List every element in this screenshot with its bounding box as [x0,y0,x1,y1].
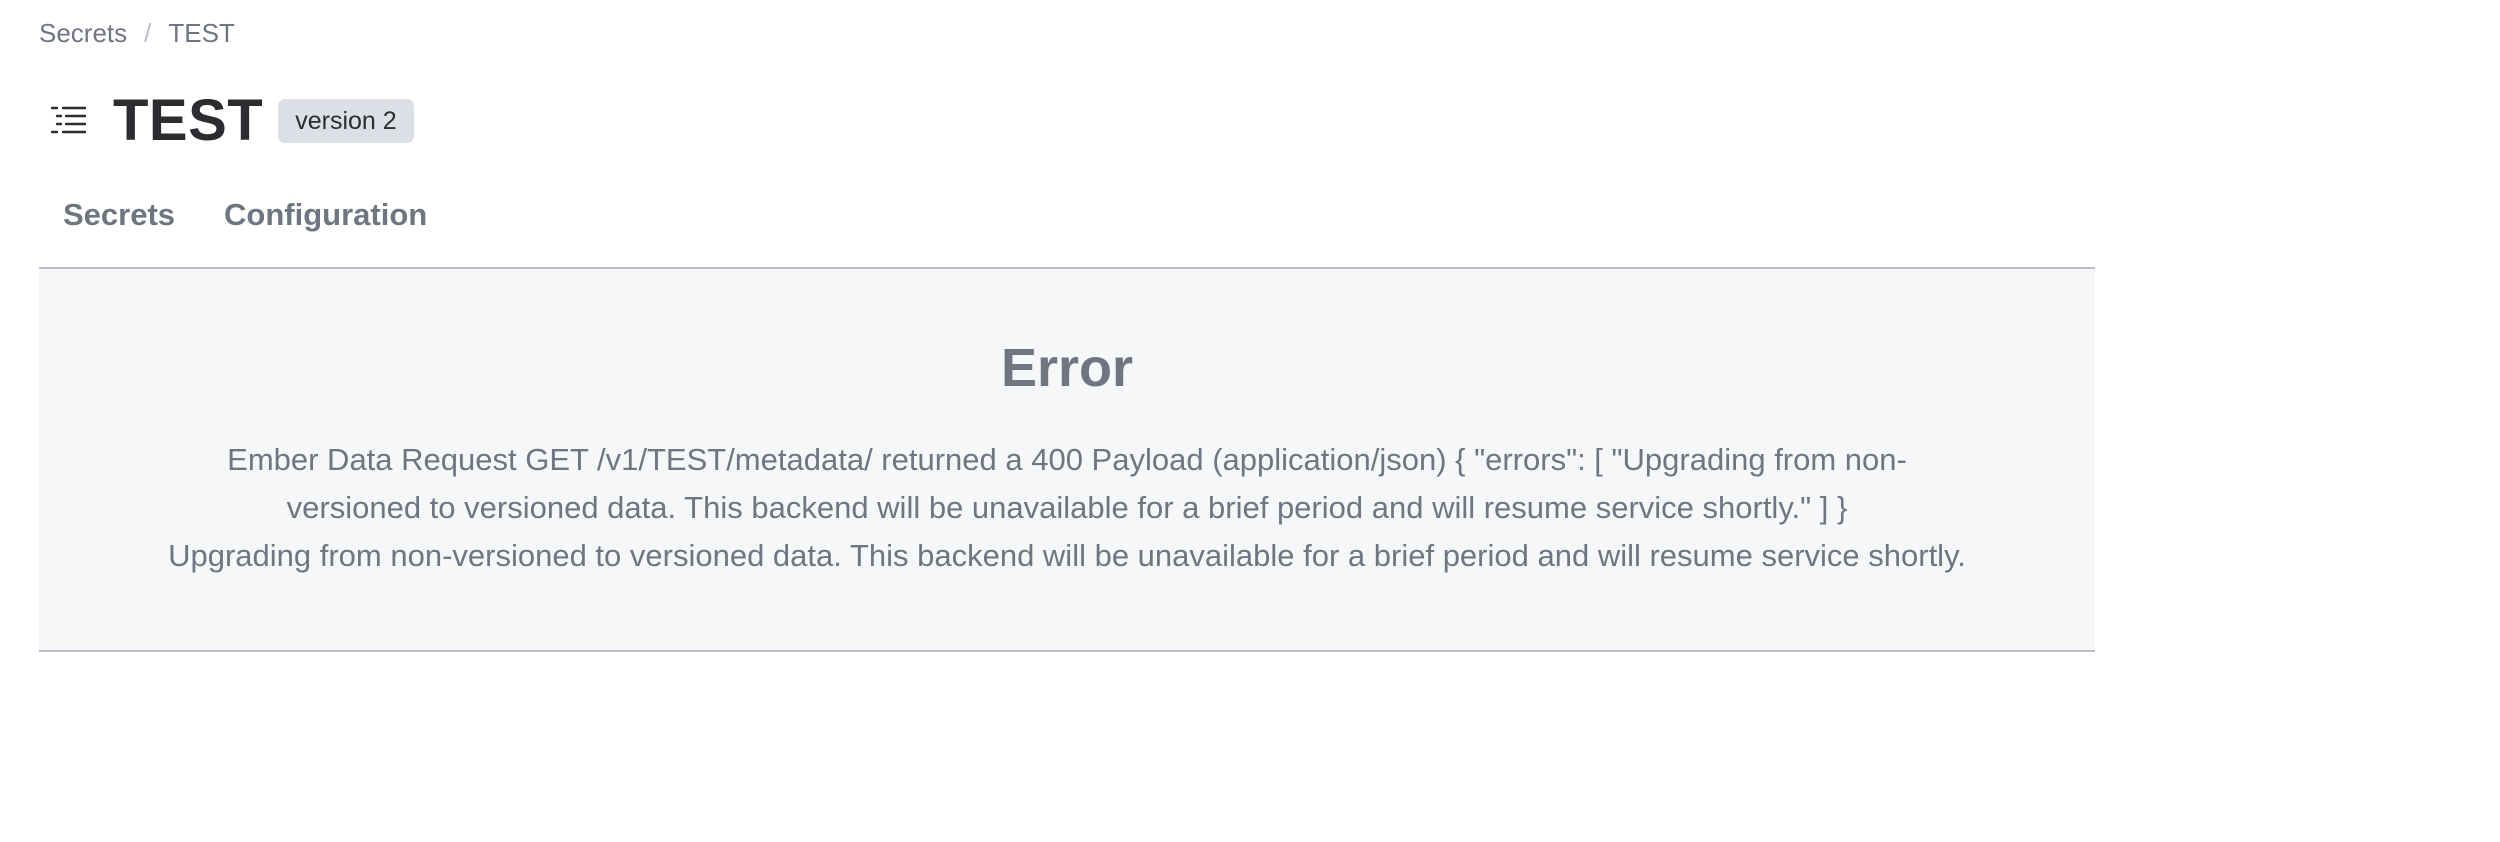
error-title: Error [1000,338,1134,398]
error-message: Ember Data Request GET /v1/TEST/metadata… [227,442,1907,525]
tab-secrets[interactable]: Secrets [39,195,199,267]
breadcrumb: Secrets / TEST [39,18,235,49]
page-title: TEST [113,88,264,153]
title-row: TEST version 2 [49,92,414,150]
error-detail: Upgrading from non-versioned to versione… [168,538,1966,573]
version-badge: version 2 [278,99,414,143]
breadcrumb-item-test[interactable]: TEST [168,18,234,49]
tab-bar: Secrets Configuration [39,195,2095,269]
list-icon [49,101,89,141]
breadcrumb-item-secrets[interactable]: Secrets [39,18,127,49]
tab-configuration[interactable]: Configuration [200,195,451,267]
error-panel: Error Ember Data Request GET /v1/TEST/me… [39,269,2095,652]
breadcrumb-separator: / [144,18,152,48]
